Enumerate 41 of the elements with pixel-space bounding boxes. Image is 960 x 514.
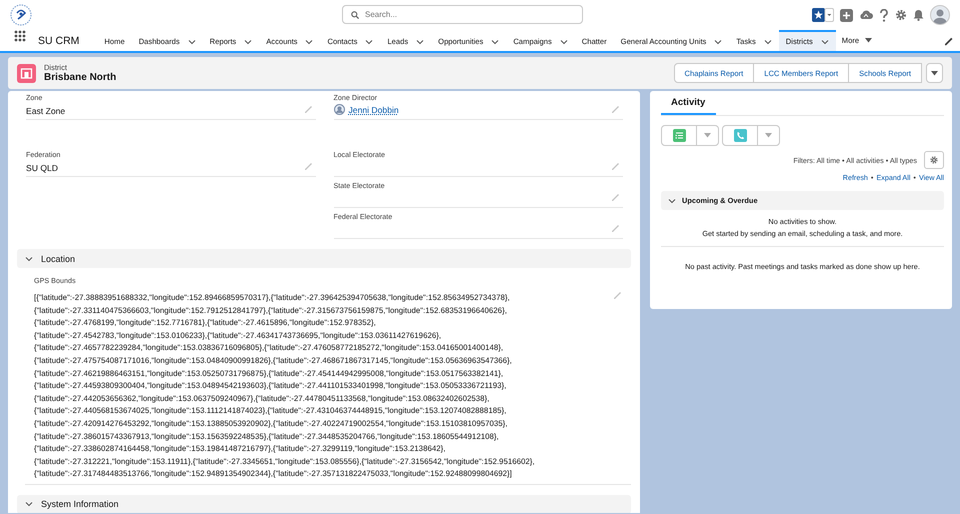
filter-settings-button[interactable] bbox=[924, 151, 944, 169]
add-icon[interactable] bbox=[840, 8, 853, 22]
app-name: SU CRM bbox=[38, 34, 80, 46]
chevron-down-icon[interactable] bbox=[365, 38, 374, 46]
field-value: SU QLD bbox=[26, 163, 59, 173]
chevron-down-icon[interactable] bbox=[188, 38, 196, 46]
help-icon[interactable] bbox=[879, 8, 889, 22]
chevron-down-icon[interactable] bbox=[560, 38, 568, 46]
caret-down-icon bbox=[704, 133, 711, 138]
phone-icon bbox=[734, 129, 747, 142]
search-icon bbox=[351, 10, 359, 18]
chevron-down-icon[interactable] bbox=[416, 38, 424, 46]
chevron-down-icon[interactable] bbox=[764, 38, 772, 46]
activity-tab[interactable]: Activity bbox=[661, 91, 716, 115]
caret-down-icon bbox=[865, 38, 872, 43]
more-actions-button[interactable] bbox=[926, 63, 943, 83]
chevron-down-icon[interactable] bbox=[244, 38, 252, 46]
field-value: East Zone bbox=[26, 106, 66, 116]
settings-icon[interactable] bbox=[895, 9, 907, 21]
district-icon bbox=[17, 64, 36, 82]
chevron-down-icon[interactable] bbox=[305, 38, 314, 46]
settings-icon bbox=[930, 156, 938, 164]
contact-link[interactable]: Jenni Dobbin bbox=[348, 104, 399, 114]
task-list-icon bbox=[673, 129, 686, 142]
record-title: Brisbane North bbox=[44, 72, 116, 83]
search-field[interactable]: Search... bbox=[342, 5, 583, 24]
avatar-icon[interactable] bbox=[930, 5, 950, 25]
app-launcher-icon[interactable] bbox=[14, 30, 26, 42]
chevron-down-icon[interactable] bbox=[820, 38, 829, 46]
chevron-down-icon[interactable] bbox=[714, 38, 722, 46]
section-header[interactable]: Location bbox=[17, 249, 631, 268]
cloud-icon[interactable] bbox=[859, 9, 873, 21]
favorites-star-icon[interactable] bbox=[812, 8, 834, 22]
caret-down-icon bbox=[765, 133, 772, 138]
contact-avatar-icon bbox=[334, 104, 344, 115]
logo-icon bbox=[10, 4, 32, 26]
chevron-down-icon[interactable] bbox=[491, 38, 500, 46]
caret-down-icon bbox=[931, 70, 938, 76]
notifications-bell-icon[interactable] bbox=[913, 9, 924, 21]
section-header[interactable]: System Information bbox=[17, 494, 631, 513]
pencil-icon[interactable] bbox=[944, 36, 954, 46]
